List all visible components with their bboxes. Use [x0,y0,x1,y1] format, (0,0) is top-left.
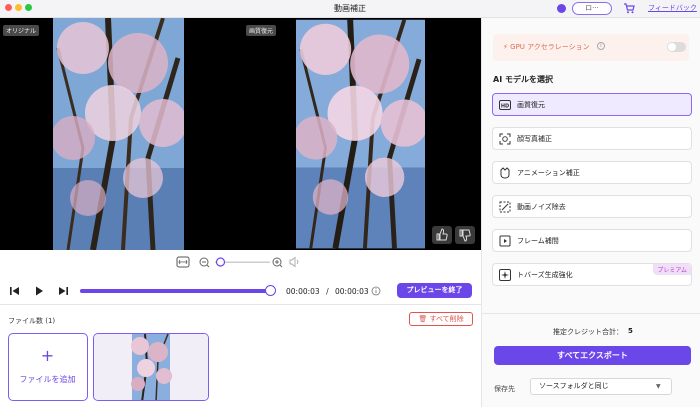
next-frame-icon[interactable] [56,285,70,297]
model-section-title: AI モデルを選択 [493,75,553,84]
playback-controls: 00:00:03 / 00:00:03 プレビューを終了 [0,281,481,301]
divider [481,313,700,314]
enhanced-tag: 画質復元 [246,25,277,36]
cherry-blossom-image-enhanced [296,19,425,249]
enhanced-video-frame [296,18,425,250]
feedback-link[interactable]: フィードバック [648,3,697,13]
model-option-generative[interactable]: トバーズ生成強化 プレミアム [492,263,692,286]
add-file-button[interactable]: + ファイルを追加 [8,333,88,401]
lightning-icon: ⚡ [503,43,508,51]
denoise-icon [499,201,511,213]
zoom-slider-handle[interactable] [215,257,226,267]
original-tag: オリジナル [3,25,40,36]
timeline-progress [80,289,270,293]
timeline-handle[interactable] [264,285,276,296]
play-icon[interactable] [33,285,45,297]
gpu-toggle-knob [668,43,676,51]
save-location-label: 保存先 [494,385,515,393]
account-icon[interactable] [557,4,566,13]
info-icon[interactable] [371,286,381,296]
zoom-in-icon[interactable] [272,257,283,268]
model-option-anime[interactable]: アニメーション補正 [492,161,692,184]
model-label: フレーム補間 [517,237,559,245]
gpu-acceleration-label: ⚡ GPU アクセラレーション [503,43,590,51]
save-location-select[interactable]: ソースフォルダと同じ [530,378,672,395]
model-option-restore[interactable]: HD 画質復元 [492,93,692,116]
chevron-down-icon: ▼ [656,383,661,390]
hd-icon: HD [499,100,511,110]
speaker-icon[interactable] [289,256,299,268]
current-time: 00:00:03 [286,287,320,296]
model-option-frame[interactable]: フレーム補間 [492,229,692,252]
model-label: アニメーション補正 [517,169,580,177]
face-scan-icon [499,133,511,145]
file-count-label: ファイル数 (1) [8,317,56,325]
delete-all-label: すべて削除 [429,315,464,323]
zoom-controls [175,255,305,269]
plus-icon: + [40,346,55,365]
export-all-button[interactable]: すべてエクスポート [494,346,691,365]
svg-text:HD: HD [501,103,509,109]
original-video-frame [53,18,184,250]
credit-label: 推定クレジット合計： [553,328,623,336]
time-separator: / [326,287,329,296]
cherry-blossom-image [53,18,184,250]
model-label: 動画ノイズ除去 [517,203,566,211]
model-option-denoise[interactable]: 動画ノイズ除去 [492,195,692,218]
end-preview-button[interactable]: プレビューを終了 [397,283,472,298]
thumbs-down-button[interactable] [455,226,475,244]
cart-icon[interactable] [623,3,635,14]
model-label: 画質復元 [517,101,545,109]
previous-frame-icon[interactable] [8,285,22,297]
trash-icon: 🗑 [418,315,428,323]
divider [0,304,481,305]
model-label: トバーズ生成強化 [517,271,573,279]
thumbs-up-icon [436,228,448,241]
account-button[interactable]: ロ··· [572,2,612,15]
anime-icon [500,167,510,179]
frame-icon [499,235,511,247]
add-file-label: ファイルを追加 [19,375,76,384]
file-thumbnail-image [94,334,208,400]
zoom-out-icon[interactable] [199,257,210,268]
thumbs-up-button[interactable] [432,226,452,244]
timeline-track[interactable] [80,289,270,293]
thumbs-down-icon [459,229,471,242]
delete-all-button[interactable]: 🗑 すべて削除 [409,312,473,326]
sparkle-icon [499,269,511,281]
gpu-info-icon[interactable]: i [597,42,605,50]
premium-badge: プレミアム [653,264,691,275]
model-label: 顔写真補正 [517,135,552,143]
credit-value: 5 [628,327,633,335]
model-option-face[interactable]: 顔写真補正 [492,127,692,150]
file-thumbnail[interactable] [93,333,209,401]
total-time: 00:00:03 [335,287,369,296]
fit-width-icon[interactable] [176,256,190,268]
